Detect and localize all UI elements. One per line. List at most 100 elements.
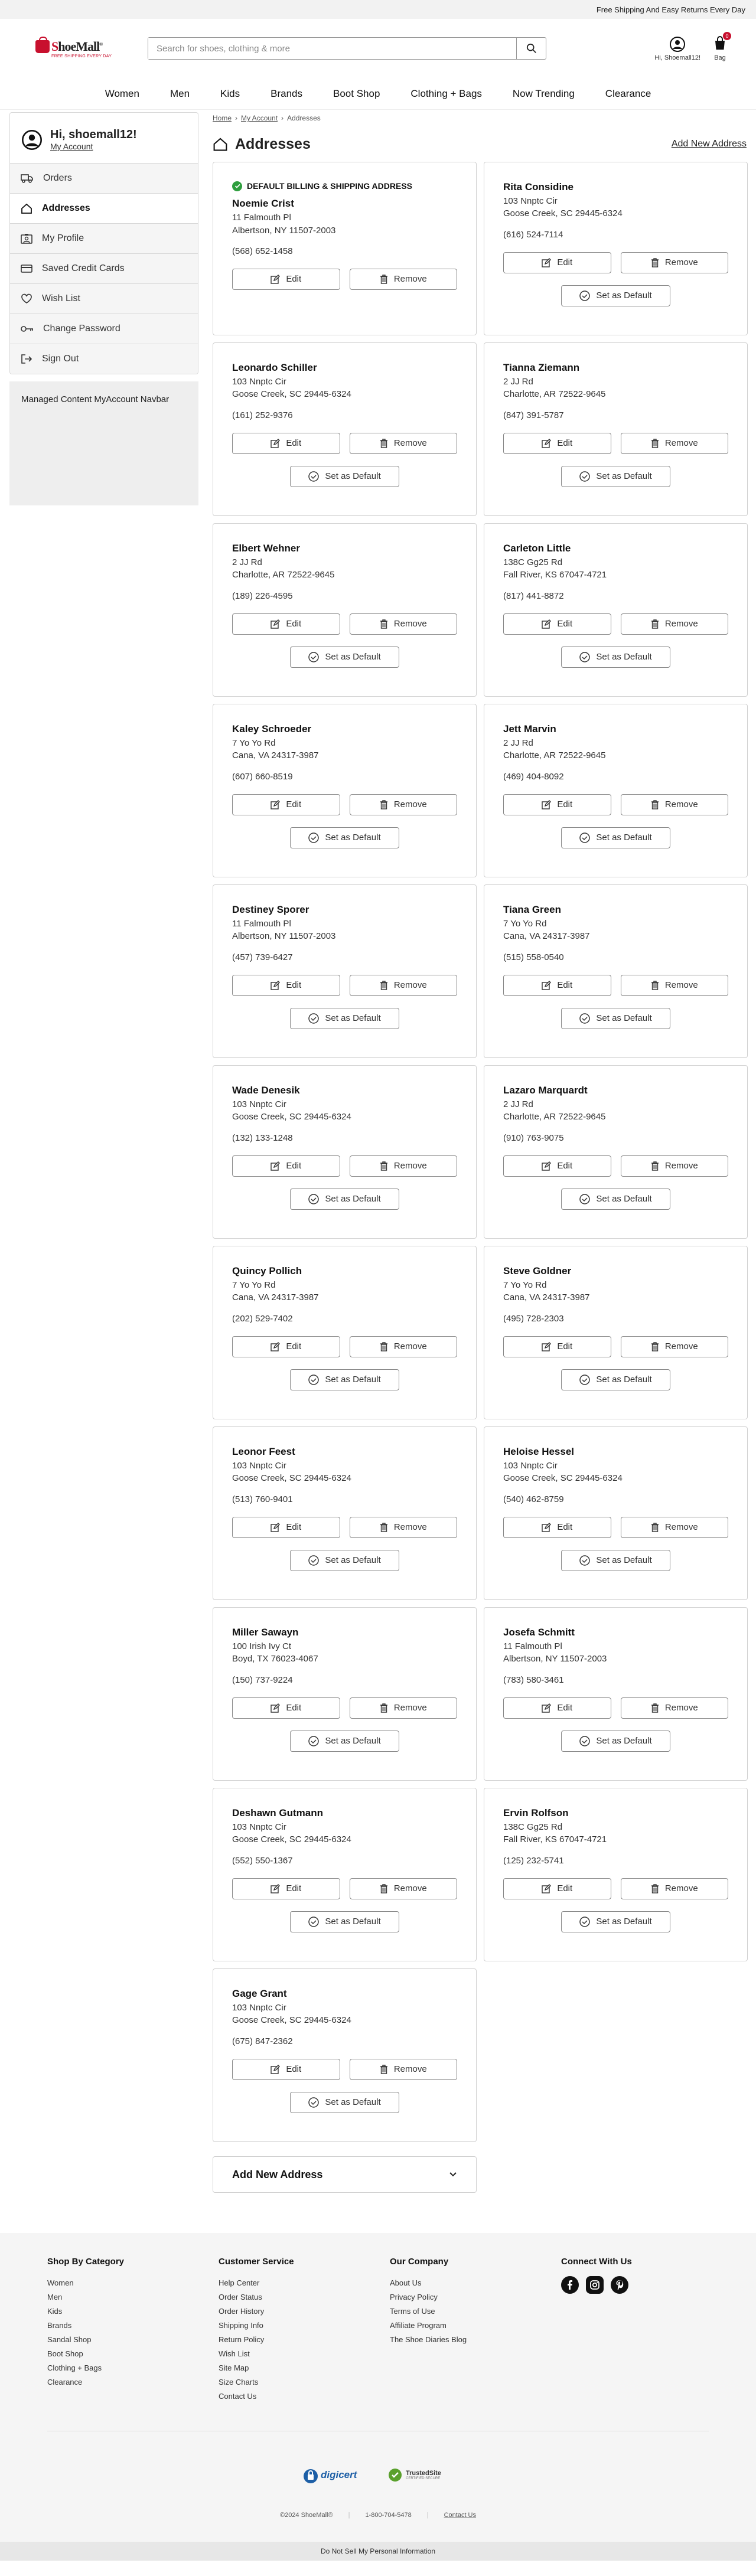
edit-address-button[interactable]: Edit <box>503 794 611 815</box>
set-default-button[interactable]: Set as Default <box>290 465 399 487</box>
search-button[interactable] <box>516 38 546 59</box>
breadcrumb-home[interactable]: Home <box>213 114 232 122</box>
instagram-icon[interactable] <box>586 2276 604 2294</box>
sidebar-item-orders[interactable]: Orders <box>10 163 198 193</box>
footer-link[interactable]: Site Map <box>219 2361 390 2375</box>
set-default-button[interactable]: Set as Default <box>561 285 670 306</box>
set-default-button[interactable]: Set as Default <box>290 646 399 668</box>
set-default-button[interactable]: Set as Default <box>561 1730 670 1752</box>
contact-us-link[interactable]: Contact Us <box>444 2512 476 2519</box>
remove-address-button[interactable]: Remove <box>349 1155 457 1177</box>
set-default-button[interactable]: Set as Default <box>561 1188 670 1210</box>
edit-address-button[interactable]: Edit <box>503 1155 611 1177</box>
edit-address-button[interactable]: Edit <box>503 432 611 454</box>
set-default-button[interactable]: Set as Default <box>561 646 670 668</box>
remove-address-button[interactable]: Remove <box>349 432 457 454</box>
footer-link[interactable]: Women <box>47 2276 219 2290</box>
nav-clearance[interactable]: Clearance <box>605 88 651 100</box>
set-default-button[interactable]: Set as Default <box>290 1188 399 1210</box>
set-default-button[interactable]: Set as Default <box>290 1369 399 1390</box>
remove-address-button[interactable]: Remove <box>620 974 728 996</box>
set-default-button[interactable]: Set as Default <box>290 1911 399 1932</box>
footer-link[interactable]: About Us <box>390 2276 561 2290</box>
edit-address-button[interactable]: Edit <box>232 1155 340 1177</box>
footer-link[interactable]: Terms of Use <box>390 2304 561 2319</box>
edit-address-button[interactable]: Edit <box>232 1878 340 1899</box>
set-default-button[interactable]: Set as Default <box>290 1007 399 1029</box>
sidebar-item-my-profile[interactable]: My Profile <box>10 223 198 253</box>
nav-men[interactable]: Men <box>170 88 190 100</box>
edit-address-button[interactable]: Edit <box>503 974 611 996</box>
sidebar-item-addresses[interactable]: Addresses <box>10 193 198 223</box>
remove-address-button[interactable]: Remove <box>620 1878 728 1899</box>
remove-address-button[interactable]: Remove <box>620 1336 728 1357</box>
account-menu[interactable]: Hi, Shoemall12! <box>654 36 700 61</box>
add-new-address-link[interactable]: Add New Address <box>672 139 747 149</box>
nav-kids[interactable]: Kids <box>220 88 240 100</box>
set-default-button[interactable]: Set as Default <box>290 1730 399 1752</box>
footer-link[interactable]: Affiliate Program <box>390 2319 561 2333</box>
breadcrumb-my-account[interactable]: My Account <box>241 114 278 122</box>
remove-address-button[interactable]: Remove <box>620 1155 728 1177</box>
set-default-button[interactable]: Set as Default <box>561 1911 670 1932</box>
footer-link[interactable]: The Shoe Diaries Blog <box>390 2333 561 2347</box>
nav-now-trending[interactable]: Now Trending <box>513 88 575 100</box>
edit-address-button[interactable]: Edit <box>503 1336 611 1357</box>
remove-address-button[interactable]: Remove <box>349 613 457 635</box>
edit-address-button[interactable]: Edit <box>232 974 340 996</box>
remove-address-button[interactable]: Remove <box>620 432 728 454</box>
digicert-seal[interactable]: digicert <box>303 2462 368 2488</box>
nav-brands[interactable]: Brands <box>271 88 302 100</box>
sidebar-item-change-password[interactable]: Change Password <box>10 314 198 344</box>
nav-clothing-bags[interactable]: Clothing + Bags <box>410 88 482 100</box>
add-new-address-accordion[interactable]: Add New Address <box>213 2156 477 2193</box>
edit-address-button[interactable]: Edit <box>503 1516 611 1538</box>
bag-button[interactable]: 0 Bag <box>713 31 731 61</box>
footer-link[interactable]: Contact Us <box>219 2389 390 2404</box>
set-default-button[interactable]: Set as Default <box>561 1369 670 1390</box>
trustedsite-seal[interactable]: TrustedSite CERTIFIED SECURE <box>388 2462 453 2488</box>
edit-address-button[interactable]: Edit <box>232 432 340 454</box>
set-default-button[interactable]: Set as Default <box>290 1549 399 1571</box>
my-account-link[interactable]: My Account <box>50 142 137 151</box>
edit-address-button[interactable]: Edit <box>232 1516 340 1538</box>
remove-address-button[interactable]: Remove <box>620 1697 728 1719</box>
footer-link[interactable]: Size Charts <box>219 2375 390 2389</box>
search-input[interactable] <box>148 38 516 59</box>
remove-address-button[interactable]: Remove <box>620 794 728 815</box>
edit-address-button[interactable]: Edit <box>232 2058 340 2080</box>
edit-address-button[interactable]: Edit <box>503 1878 611 1899</box>
remove-address-button[interactable]: Remove <box>349 1336 457 1357</box>
remove-address-button[interactable]: Remove <box>349 794 457 815</box>
footer-link[interactable]: Order History <box>219 2304 390 2319</box>
edit-address-button[interactable]: Edit <box>232 794 340 815</box>
remove-address-button[interactable]: Remove <box>620 613 728 635</box>
edit-address-button[interactable]: Edit <box>232 613 340 635</box>
remove-address-button[interactable]: Remove <box>349 974 457 996</box>
edit-address-button[interactable]: Edit <box>503 613 611 635</box>
remove-address-button[interactable]: Remove <box>349 2058 457 2080</box>
do-not-sell-link[interactable]: Do Not Sell My Personal Information <box>0 2542 756 2561</box>
set-default-button[interactable]: Set as Default <box>290 827 399 848</box>
edit-address-button[interactable]: Edit <box>503 1697 611 1719</box>
sidebar-item-saved-credit-cards[interactable]: Saved Credit Cards <box>10 253 198 283</box>
remove-address-button[interactable]: Remove <box>349 269 457 290</box>
set-default-button[interactable]: Set as Default <box>290 2091 399 2113</box>
footer-link[interactable]: Men <box>47 2290 219 2304</box>
footer-link[interactable]: Wish List <box>219 2347 390 2361</box>
footer-link[interactable]: Clearance <box>47 2375 219 2389</box>
remove-address-button[interactable]: Remove <box>620 252 728 273</box>
edit-address-button[interactable]: Edit <box>503 252 611 273</box>
footer-link[interactable]: Boot Shop <box>47 2347 219 2361</box>
set-default-button[interactable]: Set as Default <box>561 1549 670 1571</box>
footer-link[interactable]: Help Center <box>219 2276 390 2290</box>
set-default-button[interactable]: Set as Default <box>561 827 670 848</box>
remove-address-button[interactable]: Remove <box>620 1516 728 1538</box>
edit-address-button[interactable]: Edit <box>232 1697 340 1719</box>
footer-link[interactable]: Clothing + Bags <box>47 2361 219 2375</box>
nav-women[interactable]: Women <box>105 88 139 100</box>
phone-number[interactable]: 1-800-704-5478 <box>365 2512 411 2519</box>
remove-address-button[interactable]: Remove <box>349 1697 457 1719</box>
set-default-button[interactable]: Set as Default <box>561 1007 670 1029</box>
edit-address-button[interactable]: Edit <box>232 269 340 290</box>
